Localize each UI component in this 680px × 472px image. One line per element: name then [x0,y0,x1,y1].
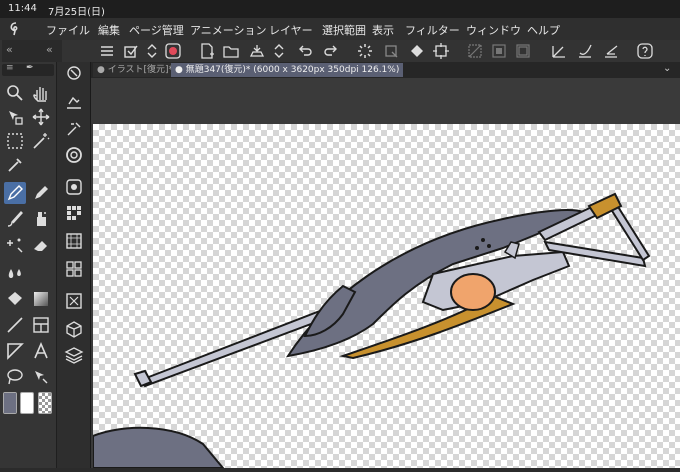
undo-icon[interactable] [296,42,314,60]
color-slider-icon[interactable] [63,176,85,198]
checkbox-icon[interactable] [122,42,140,60]
status-time: 11:44 [8,3,37,14]
stepper-icon[interactable] [143,42,161,60]
perspective-ruler-icon[interactable] [602,42,620,60]
zoom-icon[interactable] [4,82,26,104]
tab-active-document[interactable]: ● 無題347(復元)* (6000 x 3620px 350dpi 126.1… [171,63,404,77]
menu-selection[interactable]: 選択範囲 [322,22,366,38]
color-set-icon[interactable] [63,202,85,224]
line-icon[interactable] [4,314,26,336]
ruler-icon[interactable] [550,42,568,60]
move-icon[interactable] [30,106,52,128]
panel-menu-icon[interactable]: ≡ [6,63,14,73]
save-icon[interactable] [248,42,266,60]
menu-bar: ファイル 編集 ページ管理 アニメーション レイヤー 選択範囲 表示 フィルター… [0,18,680,41]
frame-icon[interactable] [30,314,52,336]
panel-collapse-area: « « [2,40,62,62]
airbrush-icon[interactable] [30,208,52,230]
pen-tab-icon[interactable]: ✒ [26,63,34,73]
status-bar: 11:44 7月25日(日) [0,0,680,18]
menu-help[interactable]: ヘルプ [527,22,560,38]
fill-icon[interactable] [408,42,426,60]
app-logo-icon[interactable] [8,21,24,37]
menu-layer[interactable]: レイヤー [269,22,313,38]
shape-icon[interactable] [4,340,26,362]
artwork [92,192,651,469]
navigator-icon[interactable] [63,62,85,84]
select-all-icon[interactable] [514,42,532,60]
tab-label: イラスト[復元]* [107,65,174,75]
tab-illust[interactable]: ● イラスト[復元]* [93,63,178,77]
loading-icon[interactable] [356,42,374,60]
crop-icon[interactable] [432,42,450,60]
lasso-icon[interactable] [4,366,26,388]
intermediate-color-icon[interactable] [63,230,85,252]
tab-label: 無題347(復元)* (6000 x 3620px 350dpi 126.1%) [185,65,400,75]
eyedropper-icon[interactable] [4,154,26,176]
subtool-header: ≡ ✒ [2,63,54,76]
help-icon[interactable] [636,42,654,60]
close-tab-icon[interactable]: ● [175,65,186,75]
gradient-icon[interactable] [30,288,52,310]
sub-color-swatch[interactable] [20,392,34,414]
menu-file[interactable]: ファイル [46,22,90,38]
fill-bucket-icon[interactable] [4,288,26,310]
blend-icon[interactable] [4,260,26,282]
correct-line-icon[interactable] [30,366,52,388]
eraser-icon[interactable] [30,234,52,256]
menu-icon[interactable] [98,42,116,60]
layers-icon[interactable] [63,344,85,366]
drawing-canvas[interactable] [92,124,680,469]
menu-page[interactable]: ページ管理 [129,22,184,38]
text-icon[interactable] [30,340,52,362]
layer-property-icon[interactable] [63,92,85,114]
status-date: 7月25日(日) [48,7,105,18]
pen-icon[interactable] [4,182,26,204]
brush-icon[interactable] [4,208,26,230]
menu-window[interactable]: ウィンドウ [466,22,521,38]
menu-edit[interactable]: 編集 [98,22,120,38]
color-history-icon[interactable] [63,258,85,280]
deselect-icon[interactable] [466,42,484,60]
transparent-color-swatch[interactable] [38,392,52,414]
3d-object-icon[interactable] [63,318,85,340]
main-color-swatch[interactable] [3,392,17,414]
chevron-down-icon[interactable]: ⌄ [663,63,671,74]
command-bar: « « [0,40,680,63]
brush-stroke-icon[interactable] [576,42,594,60]
stepper-icon-2[interactable] [270,42,288,60]
color-wheel-icon[interactable] [63,144,85,166]
pencil-icon[interactable] [30,182,52,204]
tool-panel: ≡ ✒ [0,62,57,468]
sub-panel [57,62,91,468]
close-tab-icon[interactable]: ● [97,65,108,75]
transform-icon[interactable] [382,42,400,60]
marquee-icon[interactable] [4,130,26,152]
invert-selection-icon[interactable] [490,42,508,60]
redo-icon[interactable] [322,42,340,60]
collapse-right-icon[interactable]: « [46,43,53,56]
open-folder-icon[interactable] [222,42,240,60]
decoration-icon[interactable] [4,234,26,256]
magic-wand-icon[interactable] [30,130,52,152]
menu-view[interactable]: 表示 [372,22,394,38]
collapse-left-icon[interactable]: « [6,43,13,56]
object-select-icon[interactable] [4,106,26,128]
material-icon[interactable] [63,290,85,312]
menu-filter[interactable]: フィルター [405,22,460,38]
sub-tool-detail-icon[interactable] [63,118,85,140]
record-icon[interactable] [164,42,182,60]
menu-animation[interactable]: アニメーション [190,22,267,38]
new-file-icon[interactable] [198,42,216,60]
hand-icon[interactable] [30,82,52,104]
document-tab-bar: ● イラスト[復元]* ● 無題347(復元)* (6000 x 3620px … [91,62,680,78]
